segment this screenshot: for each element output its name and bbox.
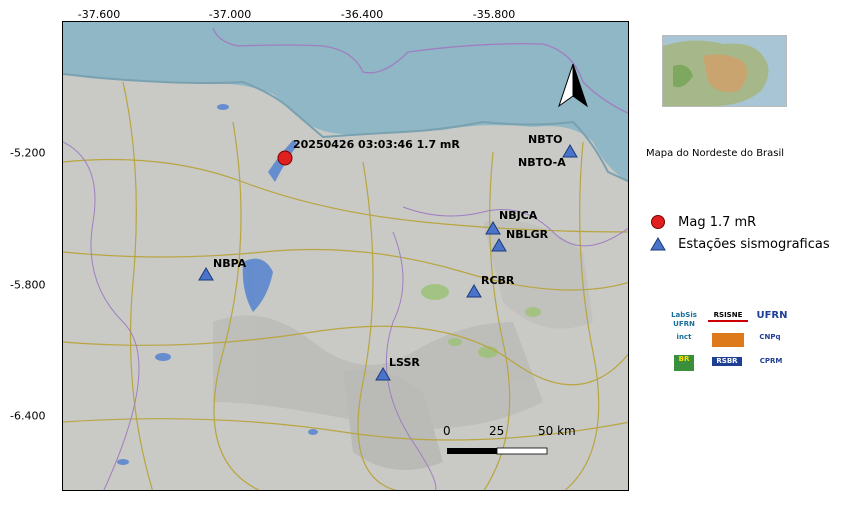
station-label-nbpa: NBPA: [213, 257, 247, 270]
logo-rsbr: RSBR: [712, 357, 742, 366]
logo-banner: [712, 333, 744, 347]
station-label-nblgr: NBLGR: [506, 228, 549, 241]
logo-inct: inct: [676, 333, 692, 341]
scale-label-25: 25: [489, 424, 505, 438]
event-label: 20250426 03:03:46 1.7 mR: [293, 138, 460, 151]
inset-title: Mapa do Nordeste do Brasil: [646, 148, 785, 159]
legend-event-label: Mag 1.7 mR: [678, 214, 757, 230]
lon-tick: -37.600: [77, 8, 121, 21]
legend-station-label: Estações sismograficas: [678, 236, 830, 252]
station-label-nbto: NBTO: [528, 133, 563, 146]
lat-tick: -5.800: [10, 278, 46, 292]
lat-tick: -5.200: [10, 146, 46, 160]
lon-tick: -35.800: [472, 8, 516, 21]
scale-label-0: 0: [443, 424, 451, 438]
lon-tick: -36.400: [340, 8, 384, 21]
station-label-nbto-a: NBTO-A: [518, 156, 566, 169]
scale-bar: [447, 447, 548, 455]
station-label-nbjca: NBJCA: [499, 209, 538, 222]
lat-tick: -6.400: [10, 409, 46, 423]
station-label-rcbr: RCBR: [481, 274, 515, 287]
logo-cprm: CPRM: [759, 357, 783, 365]
logo-ufrn: UFRN: [756, 310, 788, 321]
legend-item-event: Mag 1.7 mR: [650, 214, 756, 230]
legend-item-station: Estações sismograficas: [650, 236, 830, 252]
logo-petrobras: BR: [674, 355, 694, 371]
institution-logos: LabSis UFRN RSISNE UFRN inct CNPq BR RSB…: [668, 305, 793, 380]
map-canvas: [63, 22, 628, 490]
map-panel[interactable]: 20250426 03:03:46 1.7 mR NBTO NBTO-A NBJ…: [62, 21, 629, 491]
event-marker[interactable]: [277, 150, 293, 166]
inset-map: [662, 35, 787, 107]
scale-label-50: 50 km: [538, 424, 576, 438]
logo-rsisne: RSISNE: [708, 311, 748, 322]
logo-labsis: LabSis UFRN: [671, 311, 697, 328]
logo-cnpq: CNPq: [759, 333, 781, 341]
station-label-lssr: LSSR: [389, 356, 420, 369]
lon-tick: -37.000: [208, 8, 252, 21]
